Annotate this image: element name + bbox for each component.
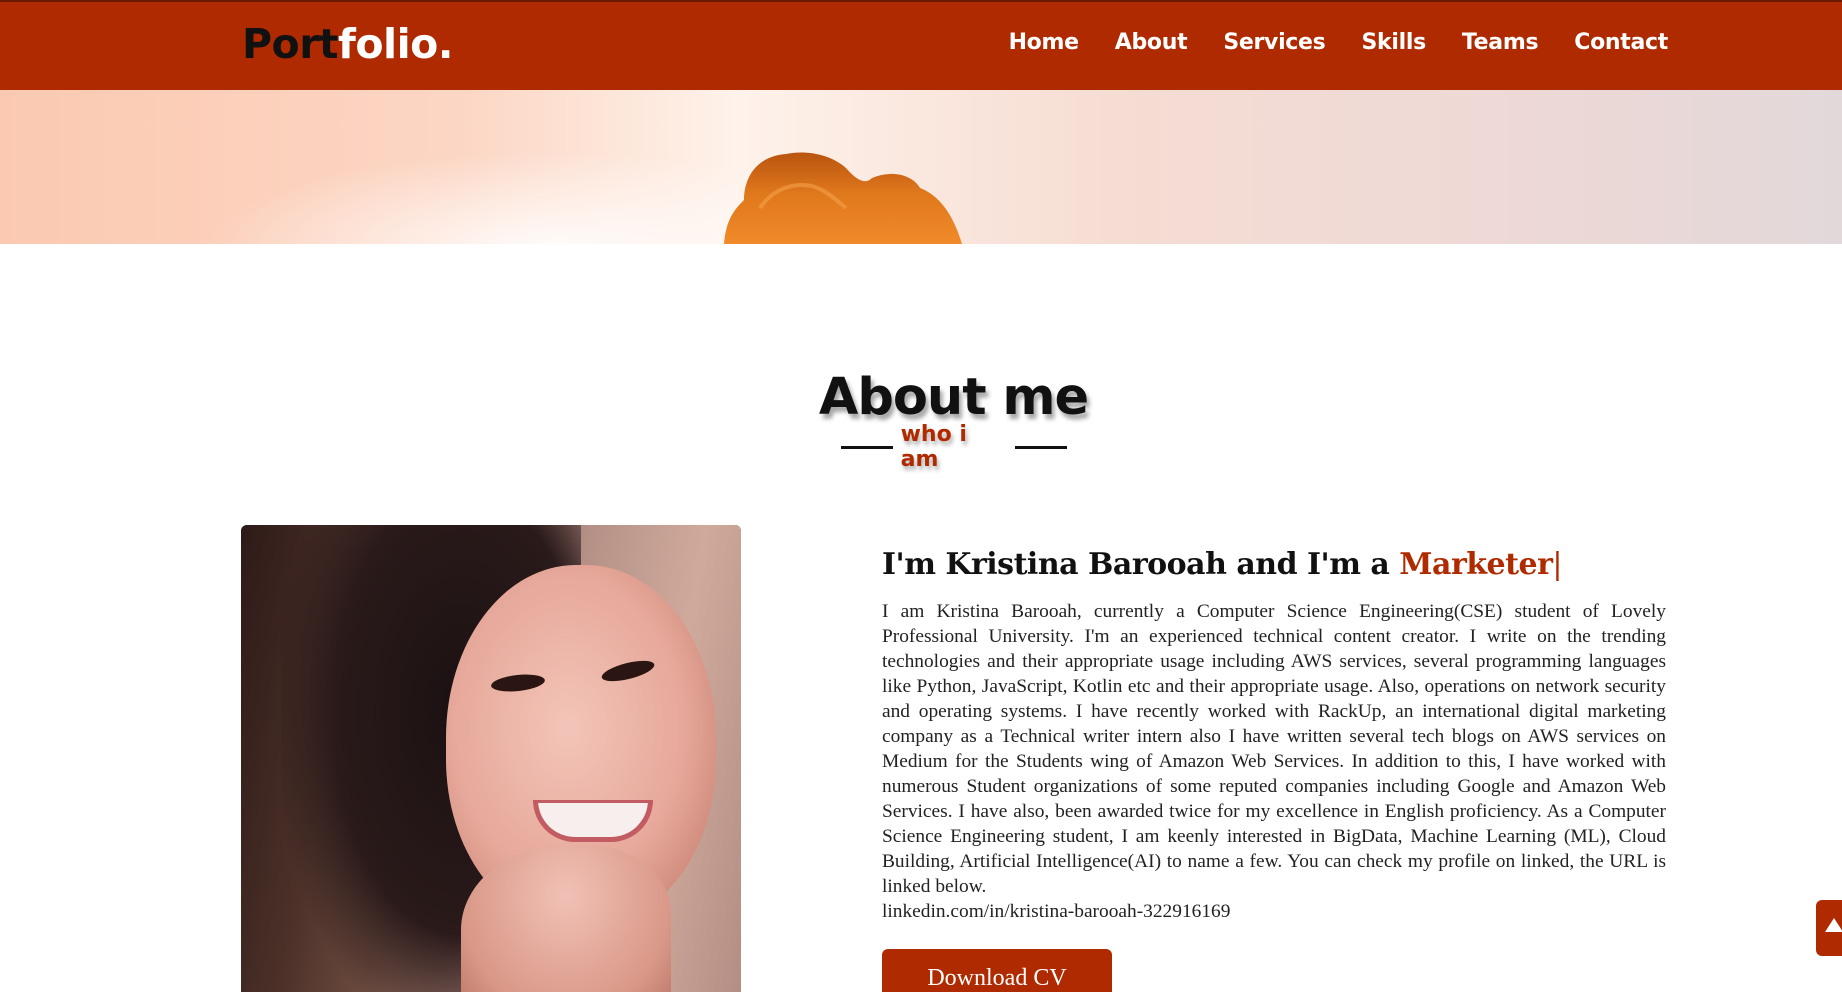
subtitle-divider-left (841, 445, 893, 449)
nav-link-services[interactable]: Services (1223, 30, 1325, 55)
bio-text: I am Kristina Barooah, currently a Compu… (882, 599, 1666, 924)
nav-menu: Home About Services Skills Teams Contact (973, 30, 1669, 55)
profile-link[interactable]: linkedin.com/in/kristina-barooah-3229161… (882, 901, 1230, 922)
profile-photo (241, 525, 741, 992)
hero-banner (0, 90, 1842, 244)
nav-link-teams[interactable]: Teams (1462, 30, 1539, 55)
nav-link-contact[interactable]: Contact (1574, 30, 1668, 55)
download-cv-button[interactable]: Download CV (882, 949, 1112, 992)
nav-link-about[interactable]: About (1115, 30, 1188, 55)
cloud-image (724, 152, 962, 244)
section-title: About me (818, 368, 1089, 427)
typing-cursor: | (1552, 547, 1562, 582)
logo-suffix: folio. (338, 20, 453, 68)
intro-role: Marketer (1399, 547, 1553, 582)
bio-paragraph: I am Kristina Barooah, currently a Compu… (882, 601, 1666, 897)
intro-prefix: I'm Kristina Barooah and I'm a (882, 547, 1400, 582)
navbar: Portfolio. Home About Services Skills Te… (0, 0, 1842, 90)
subtitle-divider-right (1015, 445, 1067, 449)
section-subtitle-row: who i am (841, 422, 1067, 472)
site-logo[interactable]: Portfolio. (242, 20, 453, 68)
logo-prefix: Port (242, 20, 339, 68)
section-subtitle: who i am (900, 422, 967, 472)
nav-link-skills[interactable]: Skills (1361, 30, 1426, 55)
nav-link-home[interactable]: Home (1009, 30, 1079, 55)
intro-heading: I'm Kristina Barooah and I'm a Marketer| (882, 547, 1562, 582)
scroll-top-button[interactable] (1816, 900, 1842, 956)
chevron-up-icon (1825, 918, 1842, 932)
